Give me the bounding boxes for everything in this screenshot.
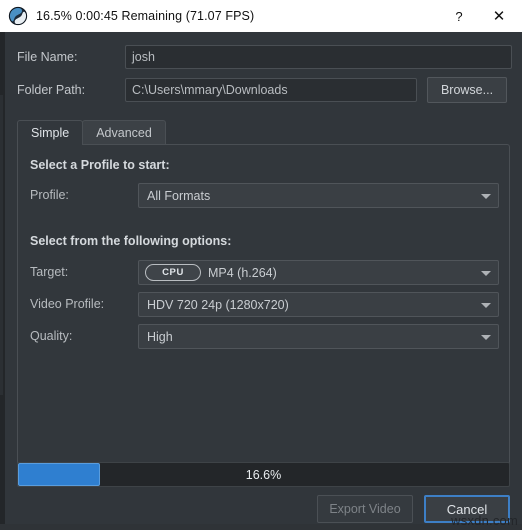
profile-section-heading: Select a Profile to start: [30,158,170,172]
target-select-value: MP4 (h.264) [208,265,277,280]
chevron-down-icon [481,193,491,199]
file-name-input[interactable]: josh [125,45,512,69]
browse-button[interactable]: Browse... [427,77,507,103]
chevron-down-icon [481,334,491,340]
folder-path-row: Folder Path: C:\Users\mmary\Downloads Br… [17,77,512,103]
cpu-badge: CPU [145,264,201,281]
profile-select[interactable]: All Formats [138,183,499,208]
target-select[interactable]: CPU MP4 (h.264) [138,260,499,285]
cancel-button[interactable]: Cancel [424,495,510,523]
folder-path-input[interactable]: C:\Users\mmary\Downloads [125,78,417,102]
dialog-body: File Name: josh Folder Path: C:\Users\mm… [5,32,522,524]
progress-bar-label: 16.6% [245,467,282,482]
openshot-globe-icon [8,6,28,26]
simple-tab-panel: Select a Profile to start: Profile: All … [17,144,510,473]
dialog-footer: Export Video Cancel [17,494,510,524]
tab-advanced[interactable]: Advanced [82,120,166,145]
file-name-label: File Name: [17,50,78,64]
tab-simple[interactable]: Simple [17,120,84,145]
video-profile-label: Video Profile: [30,297,105,311]
file-name-row: File Name: josh [17,45,512,69]
options-section-heading: Select from the following options: [30,234,232,248]
quality-select[interactable]: High [138,324,499,349]
tab-strip: Simple Advanced [17,120,166,145]
window-left-edge-accent [0,95,3,395]
video-profile-select[interactable]: HDV 720 24p (1280x720) [138,292,499,317]
help-button[interactable]: ? [442,0,476,32]
export-video-dialog: 16.5% 0:00:45 Remaining (71.07 FPS) ? ✕ … [0,0,522,530]
chevron-down-icon [481,302,491,308]
title-bar[interactable]: 16.5% 0:00:45 Remaining (71.07 FPS) ? ✕ [0,0,522,32]
chevron-down-icon [481,270,491,276]
close-button[interactable]: ✕ [476,0,522,32]
target-label: Target: [30,265,69,279]
quality-select-value: High [147,329,173,344]
quality-label: Quality: [30,329,73,343]
folder-path-label: Folder Path: [17,83,86,97]
profile-select-value: All Formats [147,188,211,203]
window-title: 16.5% 0:00:45 Remaining (71.07 FPS) [36,9,255,23]
profile-label: Profile: [30,188,69,202]
window-bottom-edge [0,524,522,530]
video-profile-select-value: HDV 720 24p (1280x720) [147,297,289,312]
export-progress-bar: 16.6% [17,462,510,487]
export-video-button[interactable]: Export Video [317,495,413,523]
